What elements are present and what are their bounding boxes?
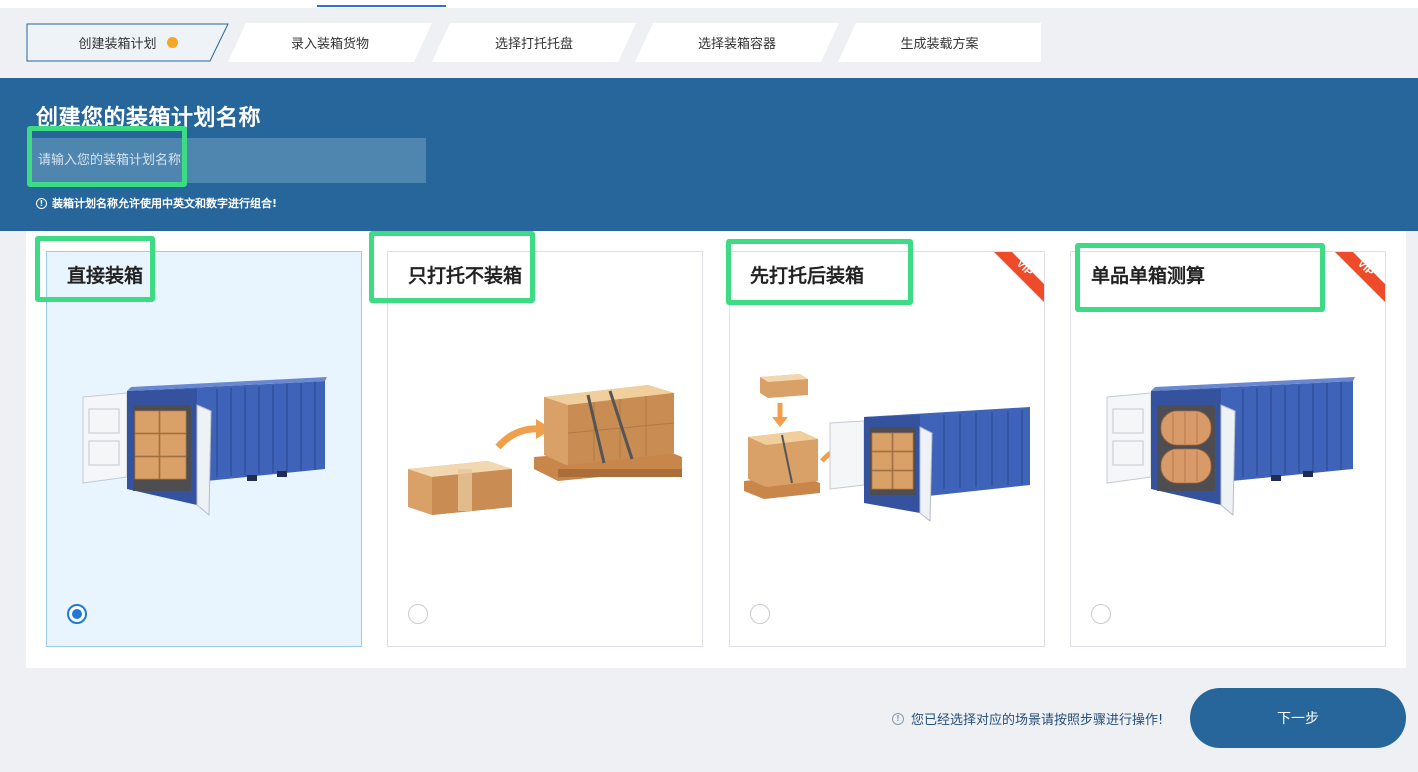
scenario-title: 先打托后装箱 [750,265,865,287]
container-loading-illustration [82,377,327,517]
scenario-radio[interactable] [750,604,770,624]
page-title: 创建您的装箱计划名称 [36,106,262,131]
scenario-card-direct-packing[interactable]: 直接装箱 [46,251,362,647]
plan-name-input[interactable] [29,138,426,183]
scenario-title: 单品单箱测算 [1091,265,1206,287]
scenario-card-pallet-then-pack[interactable]: 先打托后装箱 VIP [729,251,1045,647]
step-select-pallet[interactable]: 选择打托托盘 [432,23,636,62]
step-label-wrap: 创建装箱计划 [26,23,230,62]
step-label: 选择装箱容器 [697,37,776,52]
scenario-card-pallet-only[interactable]: 只打托不装箱 [387,251,703,647]
vip-ribbon: VIP [994,252,1044,302]
step-select-container[interactable]: 选择装箱容器 [635,23,839,62]
active-step-dot [166,37,178,48]
step-label: 创建装箱计划 [78,37,157,52]
scenario-title: 直接装箱 [67,265,144,287]
info-icon: ! [892,712,904,725]
scenario-radio[interactable] [67,604,87,624]
top-strip [0,0,1418,8]
pallet-to-container-illustration [744,374,1030,523]
palletizing-illustration [408,385,682,515]
step-label: 选择打托托盘 [494,37,573,52]
scenario-radio[interactable] [1091,604,1111,624]
name-hint: ! 装箱计划名称允许使用中英文和数字进行组合! [36,195,277,211]
plan-name-banner: 创建您的装箱计划名称 ! 装箱计划名称允许使用中英文和数字进行组合! [0,78,1418,231]
active-tab-indicator [317,5,446,7]
step-label: 生成装载方案 [900,37,979,52]
scenario-title: 只打托不装箱 [408,265,523,287]
footer-message: ! 您已经选择对应的场景请按照步骤进行操作! [892,709,1163,728]
step-enter-cargo[interactable]: 录入装箱货物 [228,23,432,62]
name-hint-text: 装箱计划名称允许使用中英文和数字进行组合! [52,197,278,210]
scenario-card-single-item[interactable]: 单品单箱测算 VIP [1070,251,1386,647]
scenario-radio[interactable] [408,604,428,624]
single-item-container-illustration [1106,377,1355,517]
vip-ribbon: VIP [1335,252,1385,302]
step-label: 录入装箱货物 [290,37,369,52]
step-generate-plan[interactable]: 生成装载方案 [838,23,1041,62]
info-icon: ! [36,197,47,209]
next-step-button[interactable]: 下一步 [1190,688,1406,748]
footer-message-text: 您已经选择对应的场景请按照步骤进行操作! [911,713,1164,728]
step-create-plan[interactable]: 创建装箱计划 [26,23,230,62]
